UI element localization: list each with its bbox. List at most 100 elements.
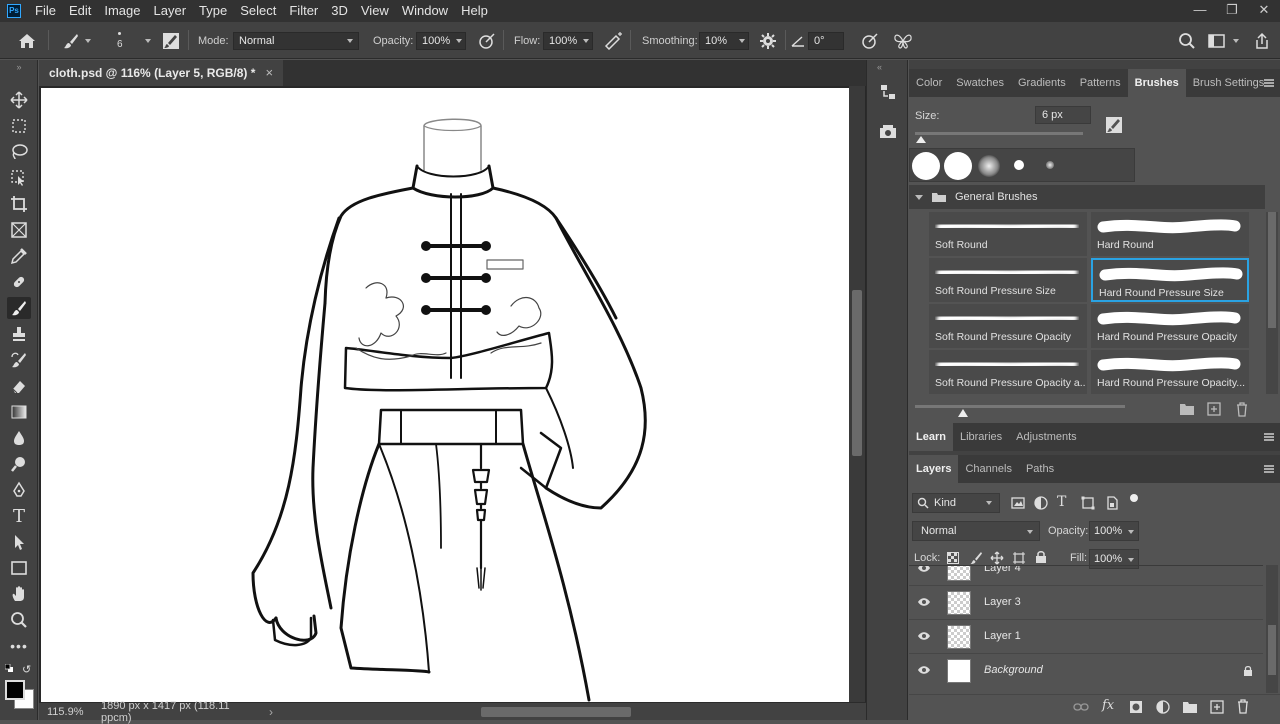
- brush-group-row[interactable]: General Brushes: [909, 185, 1265, 209]
- path-selection-tool-icon[interactable]: [7, 531, 31, 553]
- filter-type-icon[interactable]: T: [1057, 494, 1066, 510]
- visibility-eye-icon[interactable]: [917, 597, 931, 607]
- layer-style-fx-icon[interactable]: fx: [1102, 698, 1114, 713]
- brush-preset-picker[interactable]: [62, 22, 91, 59]
- menu-filter[interactable]: Filter: [283, 0, 325, 22]
- canvas[interactable]: [41, 88, 849, 702]
- recent-brush-3[interactable]: [978, 155, 1000, 177]
- pen-tool-icon[interactable]: [7, 479, 31, 501]
- menu-window[interactable]: Window: [396, 0, 455, 22]
- brush-preset-item[interactable]: Soft Round: [929, 212, 1087, 256]
- tab-color[interactable]: Color: [909, 69, 949, 97]
- lock-transparent-pixels-icon[interactable]: [947, 552, 959, 564]
- gradient-tool-icon[interactable]: [7, 401, 31, 423]
- tab-channels[interactable]: Channels: [958, 455, 1018, 483]
- tab-brush-settings[interactable]: Brush Settings: [1186, 69, 1272, 97]
- close-document-icon[interactable]: ×: [265, 60, 273, 86]
- delete-brush-icon[interactable]: [1235, 402, 1249, 417]
- history-brush-tool-icon[interactable]: [7, 349, 31, 371]
- menu-help[interactable]: Help: [455, 0, 495, 22]
- tab-swatches[interactable]: Swatches: [949, 69, 1011, 97]
- tab-layers[interactable]: Layers: [909, 455, 959, 483]
- brush-preset-item[interactable]: Soft Round Pressure Opacity a...: [929, 350, 1087, 394]
- stamp-tool-icon[interactable]: [7, 323, 31, 345]
- angle-field[interactable]: 0°: [808, 22, 844, 59]
- brush-size-field[interactable]: 6 px: [1035, 106, 1091, 124]
- layer-list-scrollbar[interactable]: [1266, 565, 1278, 693]
- object-selection-tool-icon[interactable]: [7, 167, 31, 189]
- workspace-icon[interactable]: [1208, 22, 1239, 59]
- type-tool-icon[interactable]: T: [7, 505, 31, 527]
- menu-3d[interactable]: 3D: [325, 0, 355, 22]
- brush-preset-item[interactable]: Hard Round: [1091, 212, 1249, 256]
- eraser-tool-icon[interactable]: [7, 375, 31, 397]
- filter-smart-object-icon[interactable]: [1105, 496, 1119, 510]
- new-brush-icon[interactable]: [1207, 402, 1221, 416]
- menu-layer[interactable]: Layer: [148, 0, 194, 22]
- canvas-vertical-scrollbar[interactable]: [849, 86, 865, 702]
- layers-panel-menu-icon[interactable]: [1264, 465, 1274, 473]
- lasso-tool-icon[interactable]: [7, 141, 31, 163]
- minimize-icon[interactable]: —: [1184, 0, 1216, 22]
- brush-list-scrollbar[interactable]: [1266, 212, 1278, 394]
- group-expand-icon[interactable]: [915, 194, 923, 200]
- add-mask-icon[interactable]: [1129, 700, 1143, 714]
- menu-file[interactable]: File: [29, 0, 63, 22]
- healing-brush-tool-icon[interactable]: [7, 271, 31, 293]
- foreground-color-swatch[interactable]: [5, 680, 25, 700]
- tab-brushes[interactable]: Brushes: [1127, 69, 1186, 97]
- filter-pixel-icon[interactable]: [1011, 496, 1025, 510]
- zoom-tool-icon[interactable]: [7, 609, 31, 631]
- tab-patterns[interactable]: Patterns: [1073, 69, 1128, 97]
- lock-all-icon[interactable]: [1035, 550, 1047, 564]
- link-layers-icon[interactable]: [1073, 702, 1089, 712]
- filter-adjustment-icon[interactable]: [1034, 496, 1048, 510]
- default-colors-icon[interactable]: [5, 664, 13, 672]
- opacity-field[interactable]: 100%: [416, 22, 466, 59]
- frame-tool-icon[interactable]: [7, 219, 31, 241]
- home-icon[interactable]: [18, 22, 36, 59]
- brush-settings-toggle-icon[interactable]: [162, 22, 180, 59]
- layer-row[interactable]: Layer 3: [909, 585, 1263, 619]
- new-adjustment-layer-icon[interactable]: [1156, 700, 1170, 714]
- brush-preset-item[interactable]: Hard Round Pressure Opacity: [1091, 304, 1249, 348]
- visibility-eye-icon[interactable]: [917, 566, 931, 573]
- menu-select[interactable]: Select: [234, 0, 283, 22]
- brush-preset-item[interactable]: Hard Round Pressure Size: [1091, 258, 1249, 302]
- expand-panels-icon[interactable]: «: [877, 62, 882, 72]
- scroll-thumb[interactable]: [852, 290, 862, 456]
- pressure-size-icon[interactable]: [861, 22, 879, 59]
- mode-select[interactable]: Normal: [233, 22, 359, 59]
- airbrush-icon[interactable]: [604, 22, 624, 59]
- layer-blend-mode-select[interactable]: Normal: [912, 521, 1040, 541]
- status-menu-arrow[interactable]: ›: [269, 705, 273, 719]
- swap-colors-icon[interactable]: ↺: [22, 663, 31, 676]
- filter-toggle-icon[interactable]: [1130, 494, 1138, 502]
- delete-layer-icon[interactable]: [1236, 699, 1250, 714]
- menu-view[interactable]: View: [355, 0, 396, 22]
- properties-panel-icon[interactable]: [878, 122, 898, 142]
- lock-image-pixels-icon[interactable]: [969, 551, 983, 565]
- brush-tool-icon[interactable]: [7, 297, 31, 319]
- layer-row[interactable]: Background: [909, 653, 1263, 687]
- layer-row[interactable]: Layer 4: [909, 566, 1263, 585]
- tab-libraries[interactable]: Libraries: [953, 423, 1009, 451]
- dodge-tool-icon[interactable]: [7, 453, 31, 475]
- layer-filter-kind-select[interactable]: Kind: [912, 493, 1000, 513]
- tab-paths[interactable]: Paths: [1019, 455, 1061, 483]
- history-panel-icon[interactable]: [878, 82, 898, 102]
- visibility-eye-icon[interactable]: [917, 665, 931, 675]
- brush-list-scroll-thumb[interactable]: [1268, 212, 1276, 328]
- restore-icon[interactable]: ❐: [1216, 0, 1248, 22]
- lock-position-icon[interactable]: [990, 551, 1004, 565]
- tab-gradients[interactable]: Gradients: [1011, 69, 1073, 97]
- preview-size-handle[interactable]: [958, 409, 968, 417]
- rectangle-tool-icon[interactable]: [7, 557, 31, 579]
- close-window-icon[interactable]: ✕: [1248, 0, 1280, 22]
- brush-size-slider-handle[interactable]: [916, 136, 926, 143]
- smoothing-options-gear-icon[interactable]: [759, 22, 777, 59]
- preview-size-slider[interactable]: [915, 405, 1125, 408]
- symmetry-butterfly-icon[interactable]: [893, 22, 913, 59]
- lock-artboard-icon[interactable]: [1012, 551, 1026, 565]
- search-icon[interactable]: [1178, 22, 1196, 59]
